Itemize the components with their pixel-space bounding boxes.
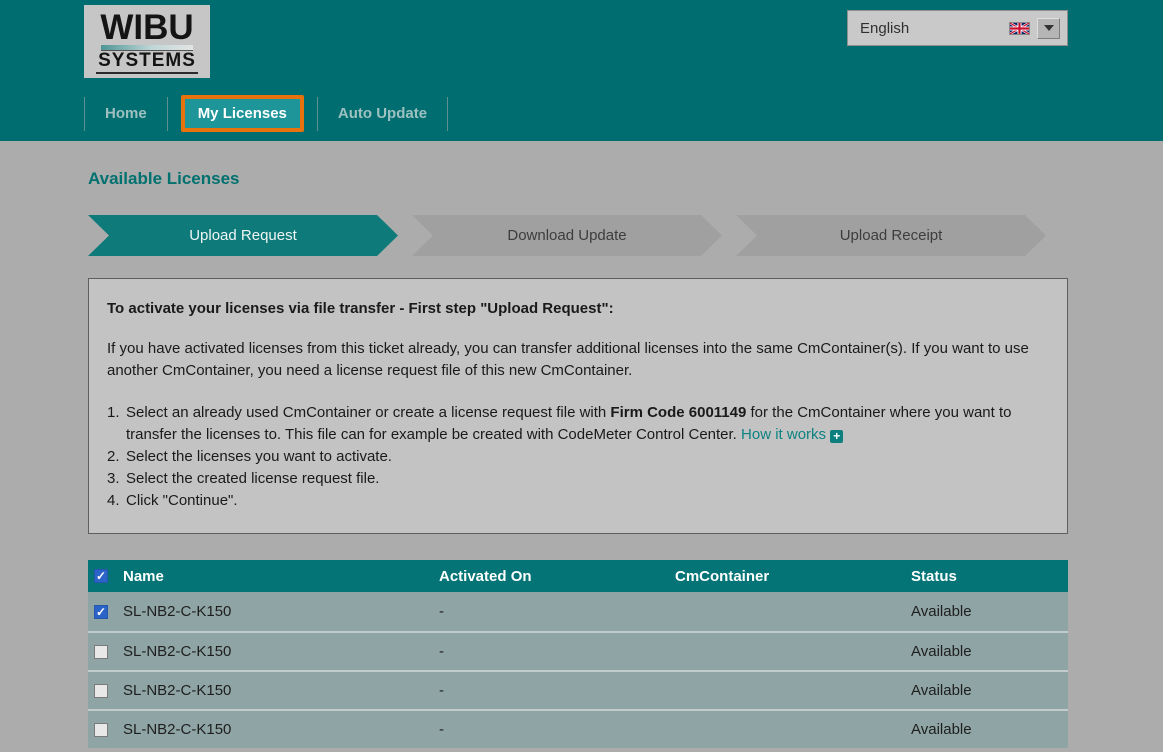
header: WIBU SYSTEMS English Home My Licenses bbox=[0, 0, 1163, 141]
nav-divider bbox=[447, 97, 448, 131]
list-number: 1. bbox=[107, 402, 120, 424]
instruction-item-3: 3. Select the created license request fil… bbox=[107, 468, 1049, 490]
status-value: Available bbox=[911, 721, 1068, 738]
column-header-cmcontainer: CmContainer bbox=[675, 568, 911, 585]
instruction-item-1: 1. Select an already used CmContainer or … bbox=[107, 402, 1049, 446]
row-checkbox-cell bbox=[88, 723, 123, 737]
how-it-works-link[interactable]: How it works bbox=[741, 426, 826, 443]
header-checkbox-cell bbox=[88, 569, 123, 583]
table-header-row: Name Activated On CmContainer Status bbox=[88, 560, 1068, 592]
license-name: SL-NB2-C-K150 bbox=[123, 643, 439, 660]
wibu-systems-logo: WIBU SYSTEMS bbox=[84, 5, 210, 78]
table-row: SL-NB2-C-K150 - Available bbox=[88, 592, 1068, 631]
logo-systems-text: SYSTEMS bbox=[96, 51, 198, 74]
nav-item-home[interactable]: Home bbox=[85, 105, 167, 122]
instruction-text: Select the licenses you want to activate… bbox=[126, 448, 392, 465]
status-value: Available bbox=[911, 643, 1068, 660]
row-checkbox-cell bbox=[88, 605, 123, 619]
firm-code: Firm Code 6001149 bbox=[610, 404, 746, 421]
instruction-text: Select an already used CmContainer or cr… bbox=[126, 404, 610, 421]
status-value: Available bbox=[911, 603, 1068, 620]
chevron-down-icon bbox=[1044, 25, 1054, 31]
nav-item-auto-update[interactable]: Auto Update bbox=[318, 105, 447, 122]
instructions-heading: To activate your licenses via file trans… bbox=[107, 300, 1049, 317]
progress-steps: Upload Request Download Update Upload Re… bbox=[88, 215, 1163, 256]
instruction-text: Select the created license request file. bbox=[126, 470, 379, 487]
language-selector[interactable]: English bbox=[847, 10, 1068, 46]
instruction-text: Click "Continue". bbox=[126, 492, 238, 509]
instruction-item-2: 2. Select the licenses you want to activa… bbox=[107, 446, 1049, 468]
row-checkbox[interactable] bbox=[94, 605, 108, 619]
column-header-activated-on: Activated On bbox=[439, 568, 675, 585]
activated-on-value: - bbox=[439, 682, 675, 699]
license-name: SL-NB2-C-K150 bbox=[123, 721, 439, 738]
uk-flag-icon bbox=[1009, 22, 1030, 35]
licenses-table: Name Activated On CmContainer Status SL-… bbox=[88, 560, 1068, 748]
column-header-name: Name bbox=[123, 568, 439, 585]
activated-on-value: - bbox=[439, 643, 675, 660]
status-value: Available bbox=[911, 682, 1068, 699]
webdepot-screen: WIBU SYSTEMS English Home My Licenses bbox=[0, 0, 1163, 752]
nav-item-my-licenses[interactable]: My Licenses bbox=[185, 99, 300, 128]
instructions-list: 1. Select an already used CmContainer or … bbox=[107, 402, 1049, 512]
nav-divider bbox=[167, 97, 168, 131]
list-number: 4. bbox=[107, 490, 120, 512]
activated-on-value: - bbox=[439, 721, 675, 738]
row-checkbox-cell bbox=[88, 645, 123, 659]
row-checkbox[interactable] bbox=[94, 645, 108, 659]
my-licenses-highlight-box: My Licenses bbox=[181, 95, 304, 132]
page-title: Available Licenses bbox=[88, 169, 1163, 189]
license-name: SL-NB2-C-K150 bbox=[123, 682, 439, 699]
main-content: Available Licenses Upload Request Downlo… bbox=[0, 141, 1163, 748]
instructions-box: To activate your licenses via file trans… bbox=[88, 278, 1068, 534]
main-nav: Home My Licenses Auto Update bbox=[84, 95, 448, 132]
activated-on-value: - bbox=[439, 603, 675, 620]
table-row: SL-NB2-C-K150 - Available bbox=[88, 670, 1068, 709]
list-number: 3. bbox=[107, 468, 120, 490]
expand-plus-icon[interactable]: + bbox=[830, 430, 843, 443]
step-download-update: Download Update bbox=[412, 215, 722, 256]
language-dropdown-button[interactable] bbox=[1037, 18, 1060, 39]
table-row: SL-NB2-C-K150 - Available bbox=[88, 631, 1068, 670]
language-selected-label: English bbox=[860, 20, 909, 37]
row-checkbox[interactable] bbox=[94, 684, 108, 698]
step-upload-request: Upload Request bbox=[88, 215, 398, 256]
instruction-item-4: 4. Click "Continue". bbox=[107, 490, 1049, 512]
row-checkbox[interactable] bbox=[94, 723, 108, 737]
instructions-intro: If you have activated licenses from this… bbox=[107, 338, 1049, 382]
table-row: SL-NB2-C-K150 - Available bbox=[88, 709, 1068, 748]
logo-wibu-text: WIBU bbox=[100, 13, 193, 44]
select-all-checkbox[interactable] bbox=[94, 569, 108, 583]
row-checkbox-cell bbox=[88, 684, 123, 698]
list-number: 2. bbox=[107, 446, 120, 468]
license-name: SL-NB2-C-K150 bbox=[123, 603, 439, 620]
step-upload-receipt: Upload Receipt bbox=[736, 215, 1046, 256]
column-header-status: Status bbox=[911, 568, 1068, 585]
